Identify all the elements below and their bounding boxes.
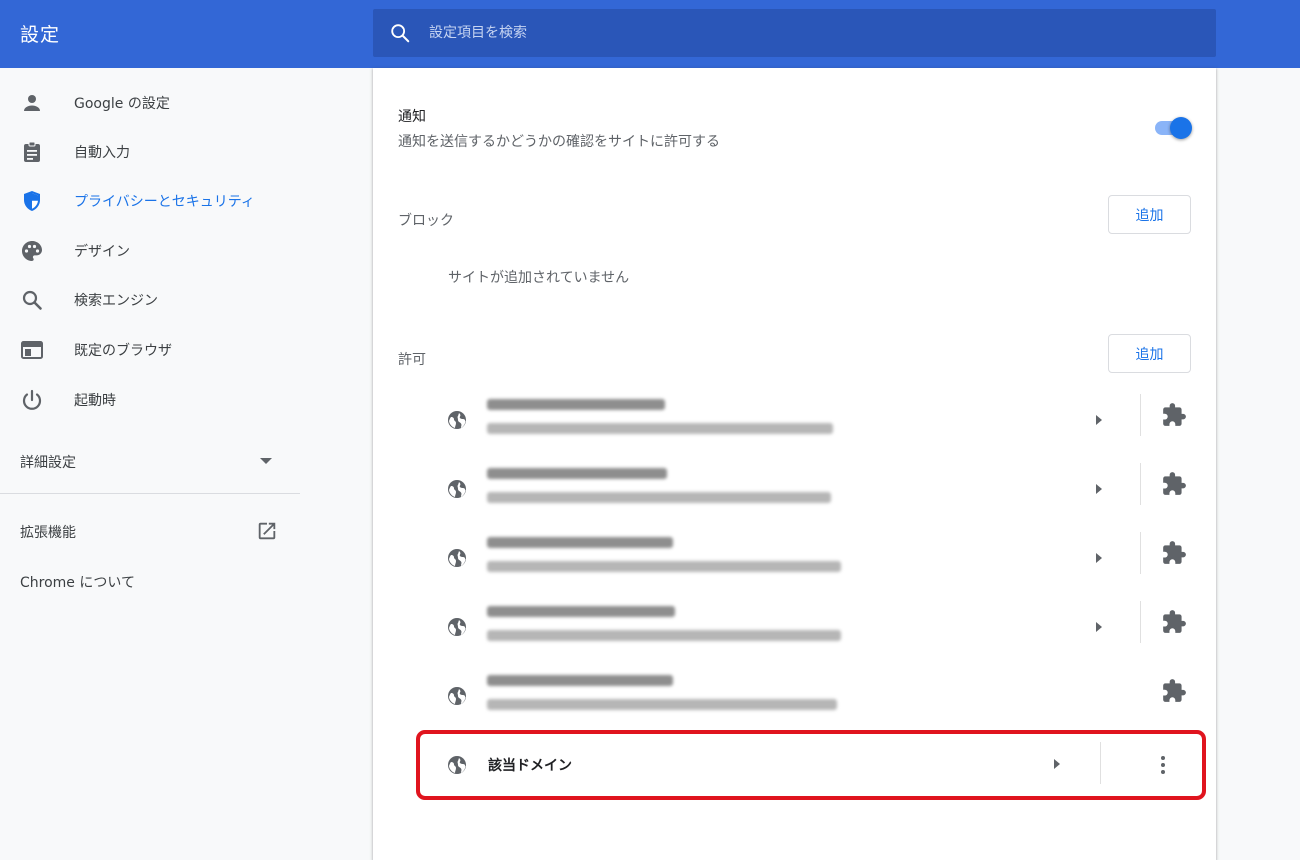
sidebar-item-label: 起動時	[74, 393, 116, 409]
extension-puzzle-icon	[1163, 541, 1186, 564]
allowed-site-row[interactable]	[433, 662, 1193, 731]
person-icon	[24, 95, 40, 111]
sidebar-item-autofill[interactable]: 自動入力	[0, 130, 300, 174]
globe-icon	[448, 687, 466, 705]
extension-puzzle-icon	[1163, 610, 1186, 633]
search-box[interactable]	[373, 9, 1216, 57]
sidebar-item-default-browser[interactable]: 既定のブラウザ	[0, 328, 300, 372]
expand-arrow-icon[interactable]	[1054, 759, 1060, 769]
sidebar-item-label: 検索エンジン	[74, 293, 158, 309]
blurred-site-description	[487, 630, 841, 641]
sidebar-item-search-engine[interactable]: 検索エンジン	[0, 278, 300, 322]
extensions-label: 拡張機能	[20, 525, 76, 541]
about-chrome-label: Chrome について	[20, 575, 135, 591]
globe-icon	[448, 480, 466, 498]
sidebar-item-label: プライバシーとセキュリティ	[74, 194, 255, 210]
clipboard-icon	[24, 141, 40, 162]
sidebar: Google の設定 自動入力 プライバシーとセキュリティ デザイン 検索エンジ…	[0, 68, 300, 860]
sidebar-item-privacy-security[interactable]: プライバシーとセキュリティ	[0, 179, 300, 223]
notifications-toggle[interactable]	[1152, 117, 1192, 139]
globe-icon	[448, 549, 466, 567]
search-icon	[22, 290, 42, 310]
blurred-site-description	[487, 423, 833, 434]
sidebar-item-appearance[interactable]: デザイン	[0, 229, 300, 273]
blurred-site-description	[487, 561, 841, 572]
notifications-title: 通知	[398, 109, 426, 125]
globe-icon	[448, 756, 466, 774]
open-in-new-icon	[258, 522, 276, 540]
blurred-site-url	[487, 468, 667, 479]
search-input[interactable]	[429, 9, 1189, 57]
target-domain-row[interactable]: 該当ドメイン	[416, 730, 1206, 800]
extension-puzzle-icon	[1163, 679, 1186, 702]
block-add-button[interactable]: 追加	[1108, 195, 1191, 234]
extension-puzzle-icon	[1163, 472, 1186, 495]
toggle-knob	[1170, 117, 1192, 139]
expand-arrow-icon[interactable]	[1096, 553, 1102, 563]
caret-down-icon	[260, 458, 272, 464]
extension-puzzle-icon	[1163, 403, 1186, 426]
sidebar-item-on-startup[interactable]: 起動時	[0, 378, 300, 422]
block-section-title: ブロック	[398, 213, 454, 229]
notifications-settings-card: 通知 通知を送信するかどうかの確認をサイトに許可する ブロック 追加 サイトが追…	[373, 68, 1216, 860]
row-separator	[1140, 394, 1141, 436]
globe-icon	[448, 411, 466, 429]
browser-window-icon	[21, 341, 43, 359]
sidebar-item-label: 既定のブラウザ	[74, 343, 172, 359]
notifications-description: 通知を送信するかどうかの確認をサイトに許可する	[398, 134, 720, 150]
extensions-link[interactable]: 拡張機能	[0, 510, 300, 550]
blurred-site-url	[487, 606, 675, 617]
allow-section-title: 許可	[398, 352, 426, 368]
allowed-site-row[interactable]	[433, 386, 1193, 455]
top-app-bar: 設定	[0, 0, 1300, 68]
power-icon	[22, 389, 42, 410]
sidebar-divider	[0, 493, 300, 494]
sidebar-item-label: Google の設定	[74, 96, 170, 112]
sidebar-item-label: 自動入力	[74, 145, 130, 161]
row-separator	[1140, 463, 1141, 505]
allowed-site-row[interactable]	[433, 593, 1193, 662]
expand-arrow-icon[interactable]	[1096, 484, 1102, 494]
allow-add-button[interactable]: 追加	[1108, 334, 1191, 373]
allowed-site-row[interactable]	[433, 524, 1193, 593]
target-domain-label: 該当ドメイン	[488, 758, 572, 774]
expand-arrow-icon[interactable]	[1096, 415, 1102, 425]
shield-icon	[24, 191, 40, 211]
row-separator	[1140, 601, 1141, 643]
allowed-site-row[interactable]	[433, 455, 1193, 524]
about-chrome-link[interactable]: Chrome について	[0, 560, 300, 600]
more-vert-icon[interactable]	[1151, 751, 1175, 779]
sidebar-item-label: デザイン	[74, 244, 130, 260]
expand-arrow-icon[interactable]	[1096, 622, 1102, 632]
blurred-site-url	[487, 675, 673, 686]
blurred-site-description	[487, 699, 837, 710]
blurred-site-url	[487, 537, 673, 548]
row-separator	[1140, 532, 1141, 574]
advanced-settings-toggle[interactable]: 詳細設定	[0, 439, 300, 483]
sidebar-item-google-settings[interactable]: Google の設定	[0, 81, 300, 125]
advanced-settings-label: 詳細設定	[20, 455, 76, 471]
search-icon	[391, 24, 410, 43]
globe-icon	[448, 618, 466, 636]
blurred-site-description	[487, 492, 831, 503]
block-empty-message: サイトが追加されていません	[448, 270, 630, 286]
row-separator	[1100, 742, 1101, 784]
palette-icon	[22, 241, 42, 261]
page-title: 設定	[20, 24, 61, 46]
blurred-site-url	[487, 399, 665, 410]
